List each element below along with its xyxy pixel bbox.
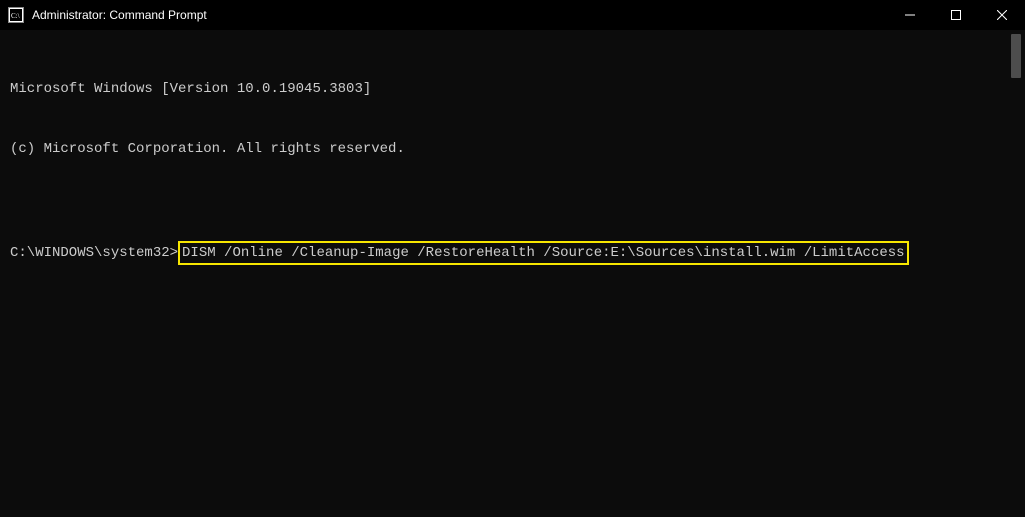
prompt-line: C:\WINDOWS\system32>DISM /Online /Cleanu…	[10, 241, 1015, 265]
svg-text:C:\: C:\	[11, 12, 20, 20]
window-title: Administrator: Command Prompt	[32, 8, 887, 22]
minimize-icon	[905, 10, 915, 20]
window-controls	[887, 0, 1025, 30]
scrollbar-thumb[interactable]	[1011, 34, 1021, 78]
minimize-button[interactable]	[887, 0, 933, 30]
scrollbar-track[interactable]	[1007, 30, 1023, 517]
close-icon	[997, 10, 1007, 20]
copyright-line: (c) Microsoft Corporation. All rights re…	[10, 139, 1015, 159]
close-button[interactable]	[979, 0, 1025, 30]
maximize-button[interactable]	[933, 0, 979, 30]
cmd-icon: C:\	[8, 7, 24, 23]
window-titlebar: C:\ Administrator: Command Prompt	[0, 0, 1025, 30]
highlighted-command: DISM /Online /Cleanup-Image /RestoreHeal…	[178, 241, 909, 265]
maximize-icon	[951, 10, 961, 20]
terminal-output[interactable]: Microsoft Windows [Version 10.0.19045.38…	[0, 30, 1025, 517]
version-line: Microsoft Windows [Version 10.0.19045.38…	[10, 79, 1015, 99]
prompt-path: C:\WINDOWS\system32>	[10, 243, 178, 263]
